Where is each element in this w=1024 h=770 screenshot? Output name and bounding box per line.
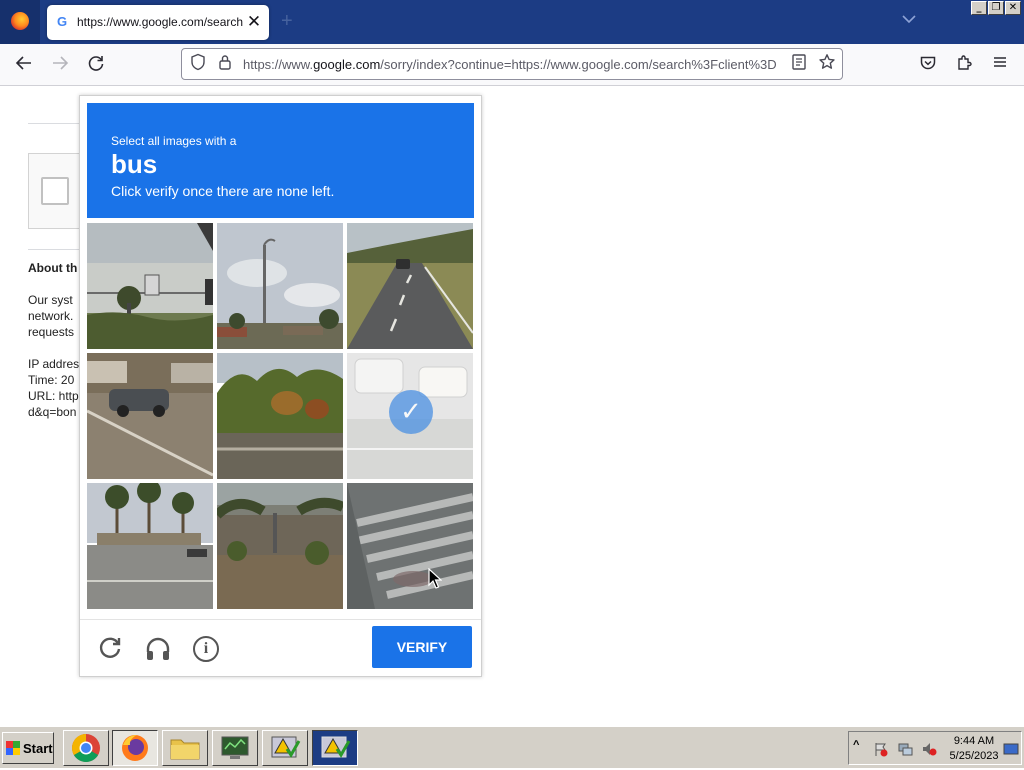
captcha-tile-3[interactable] [347, 223, 473, 349]
url-text[interactable]: https://www.google.com/sorry/index?conti… [243, 57, 783, 73]
chevron-down-icon[interactable] [902, 12, 920, 30]
taskbar: Start ^ 9:44 AM 5/25/2023 [0, 726, 1024, 768]
navigation-toolbar: https://www.google.com/sorry/index?conti… [0, 44, 1024, 86]
windows-flag-icon [6, 741, 20, 755]
minimize-button[interactable]: _ [971, 1, 987, 15]
bookmark-star-icon[interactable] [816, 53, 838, 75]
browser-tab[interactable]: G https://www.google.com/search?c ✕ [47, 5, 269, 40]
captcha-challenge: Select all images with a bus Click verif… [79, 95, 482, 677]
clock-time: 9:44 AM [953, 735, 995, 747]
verify-button[interactable]: VERIFY [372, 626, 472, 668]
title-bar: G https://www.google.com/search?c ✕ + _ … [0, 0, 1024, 44]
mouse-cursor-icon [428, 568, 442, 589]
forward-arrow-icon[interactable] [49, 54, 71, 76]
warning-app-icon [271, 736, 301, 758]
captcha-tile-2[interactable] [217, 223, 343, 349]
url-line-continued: d&q=bon [28, 405, 77, 419]
clock-date: 5/25/2023 [949, 750, 999, 762]
network-icon[interactable] [897, 741, 913, 757]
system-tray: ^ 9:44 AM 5/25/2023 [848, 731, 1022, 765]
volume-muted-icon[interactable] [921, 741, 937, 757]
body-text-line: network. [28, 309, 74, 323]
recaptcha-checkbox[interactable] [41, 177, 69, 205]
reader-view-icon[interactable] [788, 53, 810, 75]
taskbar-file-explorer[interactable] [162, 730, 208, 766]
url-line: URL: http [28, 389, 79, 403]
start-label: Start [23, 741, 53, 756]
restore-button[interactable]: ❐ [988, 1, 1004, 15]
checkmark-icon: ✓ [389, 390, 433, 434]
folder-icon [170, 739, 200, 760]
show-desktop-icon[interactable] [1003, 741, 1019, 757]
info-icon[interactable]: i [193, 636, 219, 662]
captcha-target-word: bus [111, 149, 158, 179]
reload-icon[interactable] [85, 54, 107, 76]
address-bar[interactable]: https://www.google.com/sorry/index?conti… [181, 48, 843, 80]
shield-icon[interactable] [187, 53, 209, 75]
captcha-tile-5[interactable] [217, 353, 343, 479]
reload-challenge-icon[interactable] [96, 635, 124, 663]
headphones-icon[interactable] [144, 635, 172, 663]
warning-app-icon [321, 736, 351, 758]
start-button[interactable]: Start [2, 732, 54, 764]
close-tab-icon[interactable]: ✕ [245, 12, 263, 32]
body-text-line: Our syst [28, 293, 73, 307]
time-line: Time: 20 [28, 373, 75, 387]
captcha-tile-6-selected[interactable]: ✓ [347, 353, 473, 479]
action-center-flag-icon[interactable] [873, 741, 889, 757]
captcha-header: Select all images with a bus Click verif… [87, 103, 474, 218]
show-hidden-icons-icon[interactable]: ^ [853, 739, 869, 755]
body-text-line: requests [28, 325, 75, 339]
close-window-button[interactable]: ✕ [1005, 1, 1021, 15]
firefox-taskbar-icon [122, 735, 148, 761]
back-arrow-icon[interactable] [13, 54, 35, 76]
firefox-icon [11, 12, 29, 30]
tab-title: https://www.google.com/search?c [77, 15, 243, 29]
about-heading: About th [28, 261, 78, 275]
new-tab-icon[interactable]: + [281, 11, 299, 31]
captcha-tile-9[interactable] [347, 483, 473, 609]
captcha-footer-divider [80, 619, 481, 620]
extensions-icon[interactable] [953, 54, 975, 76]
firefox-menu-button[interactable] [0, 0, 40, 44]
google-favicon-icon: G [57, 14, 68, 29]
captcha-tile-8[interactable] [217, 483, 343, 609]
taskbar-app-warning[interactable] [262, 730, 308, 766]
pocket-icon[interactable] [917, 54, 939, 76]
captcha-tile-7[interactable] [87, 483, 213, 609]
taskbar-app-warning-active[interactable] [312, 730, 358, 766]
captcha-tile-4[interactable] [87, 353, 213, 479]
chrome-icon [72, 734, 100, 762]
clock[interactable]: 9:44 AM 5/25/2023 [946, 734, 1002, 764]
taskbar-chrome[interactable] [63, 730, 109, 766]
taskbar-firefox[interactable] [112, 730, 158, 766]
hamburger-menu-icon[interactable] [989, 54, 1011, 76]
ip-address-line: IP addres [28, 357, 80, 371]
lock-icon[interactable] [214, 53, 236, 75]
captcha-instruction: Select all images with a [111, 134, 237, 148]
captcha-tile-1[interactable] [87, 223, 213, 349]
taskbar-task-manager[interactable] [212, 730, 258, 766]
monitor-icon [221, 736, 249, 759]
captcha-subinstruction: Click verify once there are none left. [111, 183, 335, 199]
